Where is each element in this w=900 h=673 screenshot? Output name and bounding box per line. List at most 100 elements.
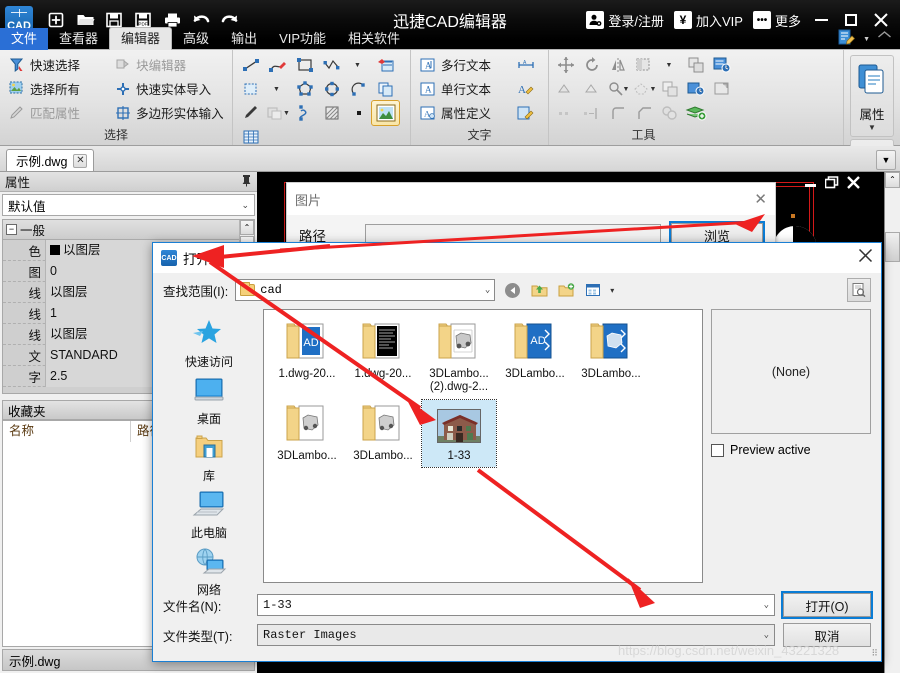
view-mode-icon[interactable] [583,280,603,300]
file-item-selected[interactable]: 1-33 [421,399,497,468]
pencil-icon[interactable] [237,101,264,125]
line-icon[interactable] [237,53,264,77]
text-style-icon[interactable]: A [513,77,543,100]
stretch-icon[interactable] [553,101,579,125]
dim-style-icon[interactable] [709,77,735,101]
join-icon[interactable] [657,101,683,125]
ribbon-attribute-def[interactable]: A 属性定义 [415,101,513,124]
place-library[interactable]: 库 [166,433,252,484]
file-item[interactable]: AD 1.dwg-20... [270,318,344,398]
multiline-icon[interactable] [318,53,345,77]
preview-toggle-icon[interactable] [847,278,871,302]
pin-icon[interactable] [241,174,252,190]
hatch-icon[interactable] [318,101,345,125]
close-icon[interactable] [858,248,873,268]
trim-icon[interactable] [553,77,579,101]
ribbon-select-all[interactable]: 选择所有 [4,77,110,100]
up-folder-icon[interactable] [529,280,549,300]
layer-tool-icon[interactable] [683,77,709,101]
scale-icon[interactable]: ▼ [605,77,631,101]
chevron-down-icon[interactable]: ⌄ [485,285,490,295]
preview-active-row[interactable]: Preview active [711,443,871,457]
layer-prop-icon[interactable] [709,53,735,77]
layer-add-icon[interactable] [683,101,709,125]
arc-icon[interactable] [345,77,372,101]
resize-grip[interactable]: ⠿ [871,648,878,659]
preview-active-checkbox[interactable] [711,443,724,457]
document-tab-示例[interactable]: 示例.dwg ✕ [6,149,95,171]
menu-item-file[interactable]: 文件 [0,28,49,50]
quick-edit-icon[interactable] [838,29,856,50]
close-icon[interactable]: ✕ [754,190,767,208]
chevron-down-icon[interactable]: ▼ [863,36,870,43]
scrollbar-thumb[interactable] [885,232,900,262]
menu-item-vip[interactable]: VIP功能 [268,28,337,50]
ribbon-quick-select[interactable]: 快速选择 [4,53,110,76]
canvas-minimize-button[interactable] [804,177,817,192]
ribbon-mtext[interactable]: A 多行文本 [415,53,513,76]
polyline-icon[interactable] [264,53,291,77]
extend-icon[interactable] [579,77,605,101]
collapse-icon[interactable]: − [6,224,17,235]
open-button[interactable]: 打开(O) [781,591,873,619]
text-align-icon[interactable]: A [513,53,543,76]
properties-panel-button[interactable]: 属性 ▼ [850,55,894,137]
file-item[interactable]: AD 3DLambo... [498,318,572,398]
block-insert-icon[interactable] [372,53,399,77]
chevron-down-icon-prop[interactable]: ▼ [868,123,876,132]
rectangle-icon[interactable] [291,53,318,77]
image-icon[interactable] [371,100,400,126]
menu-item-editor[interactable]: 编辑器 [109,27,173,50]
copy2-icon[interactable] [657,77,683,101]
file-item[interactable]: 3DLambo... [346,400,420,467]
menu-item-viewer[interactable]: 查看器 [48,28,109,50]
canvas-vertical-scrollbar[interactable]: ⌃ [884,172,900,673]
circle-icon[interactable] [318,77,345,101]
tab-scroll-button[interactable]: ▼ [876,150,896,170]
chevron-down-icon[interactable]: ⌄ [241,200,249,211]
menu-item-related-software[interactable]: 相关软件 [337,28,411,50]
file-item[interactable]: 3DLambo... [574,318,648,398]
back-icon[interactable] [502,280,522,300]
ribbon-match-properties[interactable]: 匹配属性 [4,101,110,124]
chevron-down-icon[interactable]: ⌄ [764,600,769,610]
ribbon-polygon-entity-input[interactable]: 多边形实体输入 [110,101,228,124]
chevron-down-icon-2[interactable]: ▼ [264,77,291,101]
mirror-icon[interactable] [605,53,631,77]
move-icon[interactable] [553,53,579,77]
polygon-icon[interactable] [291,77,318,101]
ribbon-text[interactable]: A 单行文本 [415,77,513,100]
scroll-up-icon[interactable]: ⌃ [240,220,254,235]
copy-entity-icon[interactable] [372,77,399,101]
properties-selector[interactable]: 默认值 ⌄ [2,194,255,216]
edit-text-icon[interactable] [513,101,543,124]
close-icon[interactable]: ✕ [73,153,88,168]
ribbon-quick-entity-import[interactable]: 快速实体导入 [110,77,228,100]
fillet-icon[interactable] [605,101,631,125]
chamfer-icon[interactable] [631,101,657,125]
place-quick-access[interactable]: 快速访问 [166,317,252,370]
file-list[interactable]: AD 1.dwg-20... 1.dwg-20... 3DLambo... (2… [263,309,703,583]
point-icon[interactable] [345,101,372,125]
copy-icon[interactable] [683,53,709,77]
canvas-restore-button[interactable] [824,176,839,192]
place-desktop[interactable]: 桌面 [166,376,252,427]
new-folder-icon[interactable] [556,280,576,300]
place-this-pc[interactable]: 此电脑 [166,490,252,541]
home-icon[interactable] [877,30,892,49]
array-icon[interactable] [631,53,657,77]
menu-item-advanced[interactable]: 高级 [172,28,220,50]
chevron-down-icon[interactable]: ▼ [345,53,372,77]
file-item[interactable]: 3DLambo... (2).dwg-2... [422,318,496,398]
ribbon-block-editor[interactable]: 块编辑器 [110,53,228,76]
region-icon[interactable] [237,77,264,101]
properties-section-general[interactable]: − 一般 [3,220,254,240]
spline-icon[interactable] [291,101,318,125]
look-in-combobox[interactable]: cad ⌄ [235,279,496,301]
chevron-down-icon[interactable]: ⌄ [764,630,769,640]
menu-item-output[interactable]: 输出 [220,28,268,50]
offset-icon[interactable]: ▼ [264,101,291,125]
chevron-down-icon-3[interactable]: ▼ [657,53,683,77]
rotate-icon[interactable] [579,53,605,77]
scroll-up-icon[interactable]: ⌃ [885,172,900,188]
